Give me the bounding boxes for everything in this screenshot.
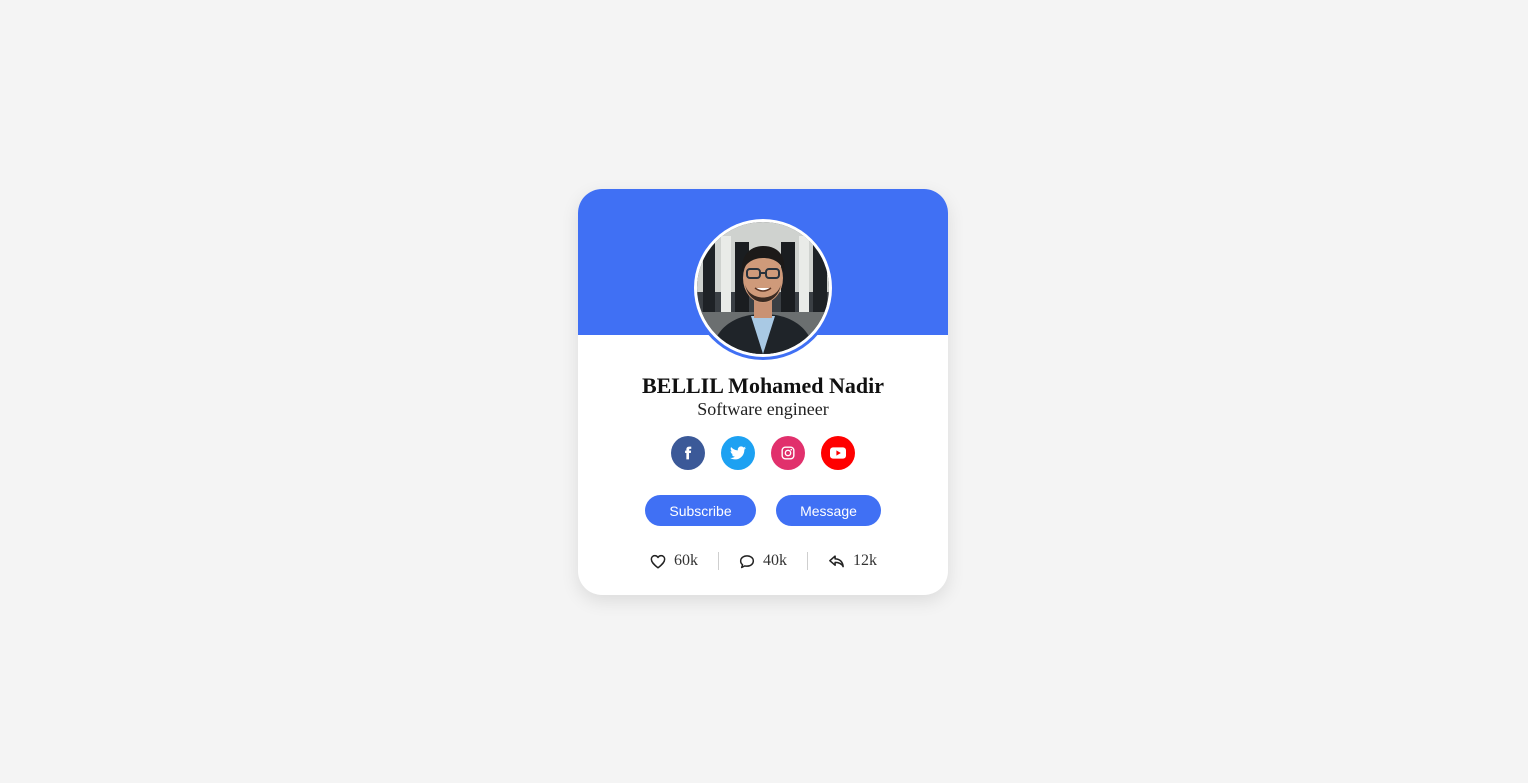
comment-icon <box>739 554 755 568</box>
twitter-link[interactable] <box>721 436 755 470</box>
shares-count: 12k <box>853 552 877 569</box>
action-buttons: Subscribe Message <box>645 495 881 526</box>
profile-name: BELLIL Mohamed Nadir <box>641 373 885 398</box>
profile-card: BELLIL Mohamed Nadir Software engineer S… <box>578 189 948 595</box>
avatar <box>691 216 835 360</box>
stats-divider <box>718 552 719 570</box>
likes-count: 60k <box>674 552 698 569</box>
share-icon <box>829 555 844 568</box>
message-button[interactable]: Message <box>776 495 881 526</box>
social-links <box>671 436 855 470</box>
youtube-link[interactable] <box>821 436 855 470</box>
instagram-link[interactable] <box>771 436 805 470</box>
stats-row: 60k 40k 12k <box>650 551 877 571</box>
profile-job-title: Software engineer <box>697 399 829 419</box>
likes-stat[interactable]: 60k <box>650 552 698 570</box>
shares-stat[interactable]: 12k <box>828 552 877 570</box>
facebook-icon <box>685 446 692 460</box>
instagram-icon <box>781 446 795 460</box>
twitter-icon <box>730 446 746 460</box>
subscribe-button[interactable]: Subscribe <box>645 495 756 526</box>
profile-photo <box>697 222 829 354</box>
heart-icon <box>650 554 666 569</box>
comments-stat[interactable]: 40k <box>739 552 787 570</box>
avatar-frame <box>694 219 832 357</box>
stats-divider <box>807 552 808 570</box>
comments-count: 40k <box>763 552 787 569</box>
facebook-link[interactable] <box>671 436 705 470</box>
youtube-icon <box>830 447 846 459</box>
